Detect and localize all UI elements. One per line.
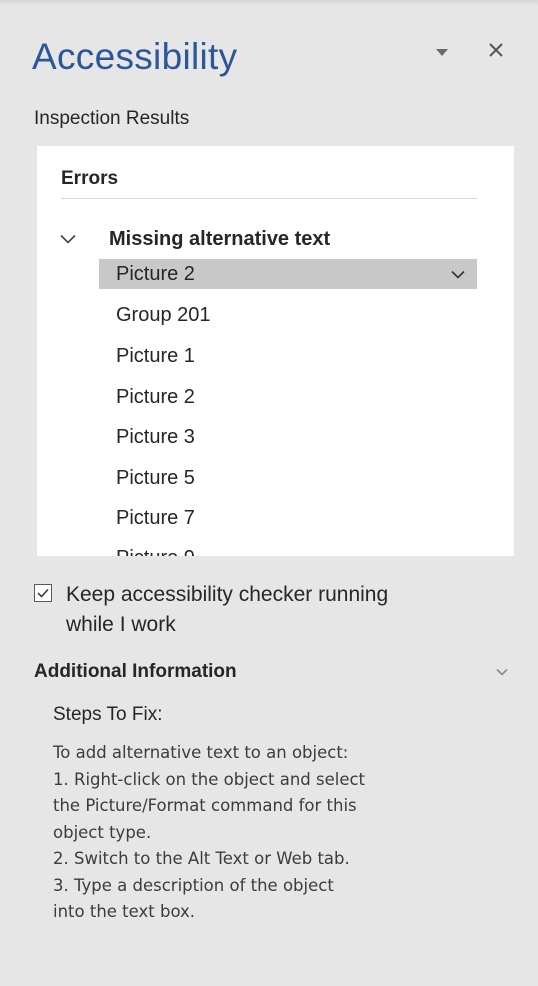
steps-to-fix-text: To add alternative text to an object: 1.… — [53, 740, 493, 926]
steps-line: To add alternative text to an object: — [53, 743, 349, 762]
triangle-down-icon — [436, 48, 448, 56]
steps-line: 1. Right-click on the object and select — [53, 769, 366, 789]
list-item-label: Picture 9 — [99, 547, 195, 557]
close-pane-button[interactable] — [480, 34, 512, 66]
close-icon — [489, 43, 503, 57]
list-item-label: Picture 2 — [116, 262, 195, 285]
additional-information-title: Additional Information — [34, 661, 237, 682]
list-item-label: Picture 3 — [116, 425, 195, 448]
errors-heading: Errors — [61, 168, 119, 189]
item-actions-dropdown[interactable] — [439, 259, 477, 289]
group-label: Missing alternative text — [109, 227, 331, 250]
steps-line: 3. Type a description of the object — [53, 875, 334, 895]
chevron-down-icon — [451, 270, 465, 279]
list-item[interactable]: Picture 2 — [99, 382, 477, 412]
list-item-label: Group 201 — [116, 303, 211, 326]
steps-line: into the text box. — [53, 902, 196, 921]
pane-options-button[interactable] — [428, 38, 456, 66]
list-item[interactable]: Group 201 — [99, 300, 477, 330]
keep-checker-running-label: Keep accessibility checker running while… — [66, 580, 506, 640]
errors-divider — [61, 198, 477, 199]
accessibility-pane: Accessibility Inspection Results Errors … — [0, 0, 538, 986]
steps-to-fix-title: Steps To Fix: — [53, 704, 163, 725]
list-item-label: Picture 5 — [116, 466, 195, 489]
chevron-down-icon — [60, 234, 76, 244]
list-item[interactable]: Picture 9 — [99, 543, 477, 557]
missing-alt-text-group[interactable]: Missing alternative text — [55, 224, 485, 254]
list-item-label: Picture 2 — [116, 385, 195, 408]
group-collapse-button[interactable] — [55, 229, 81, 249]
list-item[interactable]: Picture 3 — [99, 422, 477, 452]
checkbox-label-line: while I work — [66, 613, 176, 636]
keep-checker-running-checkbox[interactable] — [34, 584, 52, 602]
steps-line: the Picture/Format command for this — [53, 796, 357, 815]
pane-top-edge — [0, 0, 538, 6]
inspection-results-label: Inspection Results — [34, 108, 190, 129]
checkmark-icon — [37, 588, 49, 598]
section-toggle-button[interactable] — [490, 660, 514, 684]
additional-information-header[interactable]: Additional Information — [34, 656, 514, 688]
list-item-label: Picture 1 — [116, 344, 195, 367]
list-item[interactable]: Picture 7 — [99, 503, 477, 533]
chevron-down-icon — [496, 668, 508, 676]
inspection-results-list[interactable]: Errors Missing alternative text Picture … — [37, 146, 514, 556]
steps-line: 2. Switch to the Alt Text or Web tab. — [53, 849, 350, 868]
list-item[interactable]: Picture 5 — [99, 463, 477, 493]
list-item-label: Picture 7 — [116, 506, 195, 529]
list-item[interactable]: Picture 1 — [99, 341, 477, 371]
pane-title: Accessibility — [32, 36, 238, 77]
list-item-selected[interactable]: Picture 2 — [99, 259, 477, 289]
checkbox-label-line: Keep accessibility checker running — [66, 583, 389, 606]
steps-line: object type. — [53, 822, 152, 842]
